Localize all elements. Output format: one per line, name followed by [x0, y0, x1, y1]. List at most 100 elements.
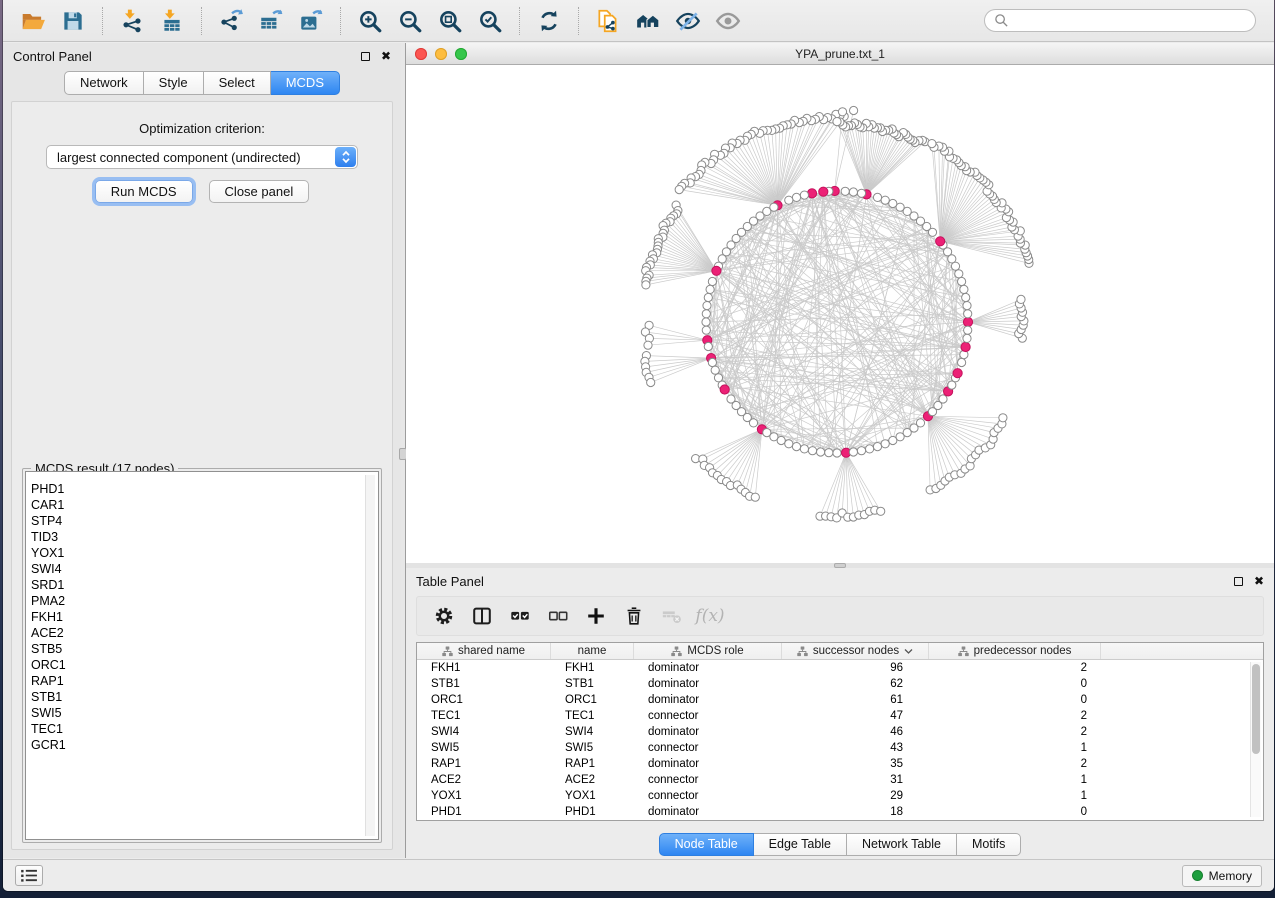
- table-row[interactable]: RAP1RAP1dominator352: [417, 756, 1263, 772]
- optimization-criterion-select[interactable]: largest connected component (undirected): [46, 145, 358, 169]
- tab-select[interactable]: Select: [204, 71, 271, 95]
- table-scrollbar-thumb[interactable]: [1252, 664, 1260, 754]
- cell-successor-nodes: 61: [782, 694, 929, 706]
- network-node: [964, 326, 972, 334]
- horizontal-splitter[interactable]: [406, 563, 1274, 568]
- show-all-button[interactable]: [711, 4, 745, 38]
- mcds-result-item[interactable]: CAR1: [26, 497, 378, 513]
- mcds-result-item[interactable]: TEC1: [26, 721, 378, 737]
- zoom-fit-button[interactable]: [433, 4, 467, 38]
- hide-selected-button[interactable]: [671, 4, 705, 38]
- show-column-panel-button[interactable]: [466, 600, 498, 632]
- refresh-network-button[interactable]: [532, 4, 566, 38]
- mcds-result-list[interactable]: PHD1CAR1STP4TID3YOX1SWI4SRD1PMA2FKH1ACE2…: [25, 471, 379, 840]
- network-graph[interactable]: [406, 65, 1274, 563]
- table-row[interactable]: ACE2ACE2connector311: [417, 772, 1263, 788]
- first-neighbors-button[interactable]: [631, 4, 665, 38]
- table-row[interactable]: SWI5SWI5connector431: [417, 740, 1263, 756]
- mcds-result-item[interactable]: STP4: [26, 513, 378, 529]
- mcds-result-item[interactable]: ACE2: [26, 625, 378, 641]
- deselect-all-rows-button[interactable]: [542, 600, 574, 632]
- mcds-result-item[interactable]: FKH1: [26, 609, 378, 625]
- float-panel-icon[interactable]: [361, 52, 370, 61]
- table-settings-button[interactable]: [428, 600, 460, 632]
- close-panel-icon[interactable]: ✖: [1254, 575, 1264, 587]
- search-box[interactable]: [984, 9, 1256, 32]
- network-node: [958, 277, 966, 285]
- search-input[interactable]: [1015, 13, 1246, 29]
- panel-menu-button[interactable]: [15, 865, 43, 886]
- table-row[interactable]: PHD1PHD1dominator180: [417, 804, 1263, 820]
- save-session-icon: [60, 8, 86, 34]
- cell-predecessor-nodes: 1: [929, 742, 1101, 754]
- network-canvas[interactable]: [406, 65, 1274, 563]
- import-network-button[interactable]: [115, 4, 149, 38]
- window-close-icon[interactable]: [415, 48, 427, 60]
- float-panel-icon[interactable]: [1234, 577, 1243, 586]
- table-row[interactable]: FKH1FKH1dominator962: [417, 660, 1263, 676]
- delete-column-button[interactable]: [618, 600, 650, 632]
- table-row[interactable]: TEC1TEC1connector472: [417, 708, 1263, 724]
- save-session-button[interactable]: [56, 4, 90, 38]
- run-mcds-button[interactable]: Run MCDS: [95, 180, 193, 203]
- cell-name: SWI4: [551, 726, 634, 738]
- window-zoom-icon[interactable]: [455, 48, 467, 60]
- table-row[interactable]: ORC1ORC1dominator610: [417, 692, 1263, 708]
- show-column-panel-icon: [471, 605, 493, 627]
- mcds-list-scrollbar[interactable]: [365, 475, 375, 836]
- tab-mcds[interactable]: MCDS: [271, 71, 340, 95]
- import-table-button[interactable]: [155, 4, 189, 38]
- network-node: [703, 302, 711, 310]
- mcds-result-item[interactable]: ORC1: [26, 657, 378, 673]
- zoom-in-button[interactable]: [353, 4, 387, 38]
- tab-network[interactable]: Network: [64, 71, 144, 95]
- tab-network-table[interactable]: Network Table: [847, 833, 957, 856]
- tab-edge-table[interactable]: Edge Table: [754, 833, 847, 856]
- mcds-result-item[interactable]: SWI4: [26, 561, 378, 577]
- mcds-result-item[interactable]: STB5: [26, 641, 378, 657]
- close-panel-icon[interactable]: ✖: [381, 50, 391, 62]
- mcds-result-item[interactable]: SWI5: [26, 705, 378, 721]
- column-header-predecessor-nodes[interactable]: predecessor nodes: [929, 643, 1101, 659]
- tab-motifs[interactable]: Motifs: [957, 833, 1021, 856]
- export-image-button[interactable]: [294, 4, 328, 38]
- cell-mcds-role: dominator: [634, 694, 782, 706]
- mcds-result-item[interactable]: PHD1: [26, 481, 378, 497]
- mcds-result-item[interactable]: RAP1: [26, 673, 378, 689]
- column-header-name[interactable]: name: [551, 643, 634, 659]
- cell-shared-name: RAP1: [417, 758, 551, 770]
- table-row[interactable]: SWI4SWI4dominator462: [417, 724, 1263, 740]
- tab-style[interactable]: Style: [144, 71, 204, 95]
- memory-button[interactable]: Memory: [1182, 865, 1262, 887]
- column-header-shared-name[interactable]: shared name: [417, 643, 551, 659]
- column-header-successor-nodes[interactable]: successor nodes: [782, 643, 929, 659]
- table-row[interactable]: YOX1YOX1connector291: [417, 788, 1263, 804]
- zoom-selected-button[interactable]: [473, 4, 507, 38]
- new-network-from-selection-button[interactable]: [591, 4, 625, 38]
- mcds-result-item[interactable]: TID3: [26, 529, 378, 545]
- dominator-node: [807, 189, 816, 198]
- splitter-grip-icon[interactable]: [834, 563, 846, 568]
- add-column-button[interactable]: [580, 600, 612, 632]
- vertical-splitter[interactable]: [401, 43, 405, 858]
- sort-desc-icon: [904, 648, 913, 655]
- mcds-result-item[interactable]: GCR1: [26, 737, 378, 753]
- mcds-result-item[interactable]: STB1: [26, 689, 378, 705]
- toolbar-separator: [519, 7, 520, 35]
- column-header-mcds-role[interactable]: MCDS role: [634, 643, 782, 659]
- network-node: [702, 326, 710, 334]
- export-network-button[interactable]: [214, 4, 248, 38]
- mcds-result-item[interactable]: PMA2: [26, 593, 378, 609]
- mcds-result-item[interactable]: YOX1: [26, 545, 378, 561]
- node-table: shared namenameMCDS rolesuccessor nodesp…: [416, 642, 1264, 821]
- table-row[interactable]: STB1STB1dominator620: [417, 676, 1263, 692]
- mcds-result-item[interactable]: SRD1: [26, 577, 378, 593]
- select-all-rows-button[interactable]: [504, 600, 536, 632]
- zoom-out-button[interactable]: [393, 4, 427, 38]
- close-panel-button[interactable]: Close panel: [209, 180, 310, 203]
- open-file-button[interactable]: [16, 4, 50, 38]
- tab-node-table[interactable]: Node Table: [659, 833, 754, 856]
- table-scrollbar[interactable]: [1250, 662, 1261, 817]
- window-minimize-icon[interactable]: [435, 48, 447, 60]
- export-table-button[interactable]: [254, 4, 288, 38]
